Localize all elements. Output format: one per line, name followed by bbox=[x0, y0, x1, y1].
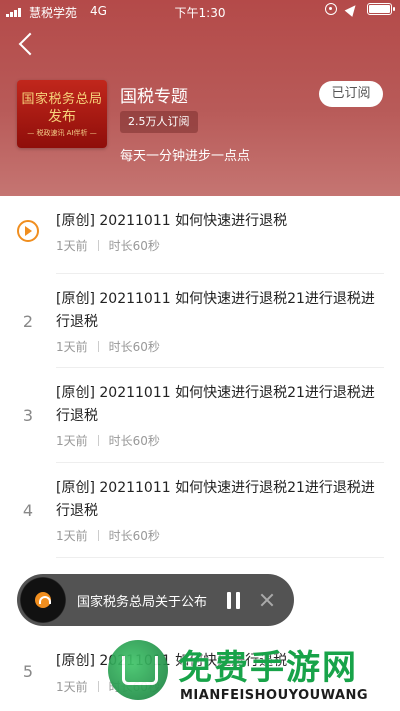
player-disc[interactable] bbox=[20, 577, 66, 623]
episode-age: 1天前 bbox=[56, 529, 88, 543]
episode-meta: 1天前 时长60秒 bbox=[56, 432, 160, 449]
episode-item[interactable]: 4 [原创] 20211011 如何快速进行退税21进行退税进行退税 1天前 时… bbox=[0, 463, 400, 558]
watermark: 免费手游网 MIANFEISHOUYOUWANG bbox=[108, 636, 398, 711]
episode-number: 5 bbox=[22, 662, 34, 681]
album-description: 每天一分钟进步一点点 bbox=[120, 149, 251, 164]
location-icon bbox=[344, 1, 360, 17]
meta-divider bbox=[97, 341, 99, 352]
header: 慧税学苑 4G 下午1:30 国家税务总局 发布 — 税政速讯 AI伴析 — 国… bbox=[0, 0, 400, 196]
episode-title: [原创] 20211011 如何快速进行退税21进行退税进行退税 bbox=[56, 385, 375, 424]
back-icon[interactable] bbox=[18, 32, 42, 56]
subscriber-count-badge: 2.5万人订阅 bbox=[120, 111, 198, 133]
episode-item[interactable]: 3 [原创] 20211011 如何快速进行退税21进行退税进行退税 1天前 时… bbox=[0, 368, 400, 463]
close-icon[interactable] bbox=[259, 592, 275, 608]
episode-duration: 时长60秒 bbox=[108, 434, 160, 448]
status-icons bbox=[325, 1, 395, 17]
cover-line-2: 发布 bbox=[48, 109, 76, 125]
cover-line-1: 国家税务总局 bbox=[21, 92, 103, 107]
episode-item[interactable]: 2 [原创] 20211011 如何快速进行退税21进行退税进行退税 1天前 时… bbox=[0, 274, 400, 368]
cover-line-3: — 税政速讯 AI伴析 — bbox=[27, 129, 97, 137]
episode-title: [原创] 20211011 如何快速进行退税21进行退税进行退税 bbox=[56, 480, 375, 519]
episode-number: 2 bbox=[22, 312, 34, 331]
episode-number: 4 bbox=[22, 501, 34, 520]
episode-meta: 1天前 时长60秒 bbox=[56, 527, 160, 544]
mini-player[interactable]: 国家税务总局关于公布 bbox=[17, 574, 294, 626]
episode-age: 1天前 bbox=[56, 340, 88, 354]
episode-duration: 时长60秒 bbox=[108, 239, 160, 253]
album-title: 国税专题 bbox=[120, 87, 188, 107]
watermark-text: 免费手游网 bbox=[178, 648, 358, 688]
watermark-subtext: MIANFEISHOUYOUWANG bbox=[180, 688, 369, 703]
episode-number: 3 bbox=[22, 406, 34, 425]
row-divider bbox=[56, 557, 384, 558]
episode-age: 1天前 bbox=[56, 239, 88, 253]
status-bar: 慧税学苑 4G 下午1:30 bbox=[0, 0, 400, 24]
meta-divider bbox=[97, 435, 99, 446]
play-icon[interactable] bbox=[17, 220, 39, 242]
episode-title: [原创] 20211011 如何快速进行退税21进行退税进行退税 bbox=[56, 291, 375, 330]
subscribed-button[interactable]: 已订阅 bbox=[319, 81, 383, 107]
episode-meta: 1天前 时长60秒 bbox=[56, 237, 160, 254]
episode-meta: 1天前 时长60秒 bbox=[56, 338, 160, 355]
album-cover: 国家税务总局 发布 — 税政速讯 AI伴析 — bbox=[17, 80, 107, 148]
watermark-logo-icon bbox=[108, 640, 168, 700]
player-title: 国家税务总局关于公布 bbox=[77, 595, 208, 610]
episode-item[interactable]: [原创] 20211011 如何快速进行退税 1天前 时长60秒 bbox=[0, 196, 400, 274]
orientation-lock-icon bbox=[325, 3, 337, 15]
pause-icon[interactable] bbox=[226, 592, 242, 609]
episode-age: 1天前 bbox=[56, 680, 88, 694]
meta-divider bbox=[97, 530, 99, 541]
meta-divider bbox=[97, 240, 99, 251]
episode-title: [原创] 20211011 如何快速进行退税 bbox=[56, 213, 288, 229]
episode-duration: 时长60秒 bbox=[108, 340, 160, 354]
meta-divider bbox=[97, 681, 99, 692]
headphones-icon bbox=[35, 592, 51, 608]
battery-icon bbox=[367, 3, 395, 15]
episode-duration: 时长60秒 bbox=[108, 529, 160, 543]
episode-age: 1天前 bbox=[56, 434, 88, 448]
